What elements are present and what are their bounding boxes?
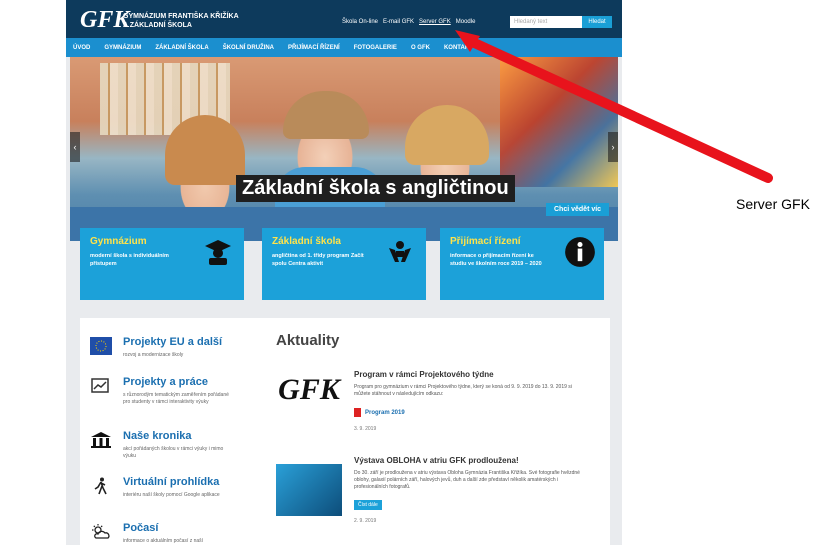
annotation-arrow [455,30,773,183]
red-arrow-line [463,35,773,183]
annotation-label: Server GFK [736,196,810,212]
